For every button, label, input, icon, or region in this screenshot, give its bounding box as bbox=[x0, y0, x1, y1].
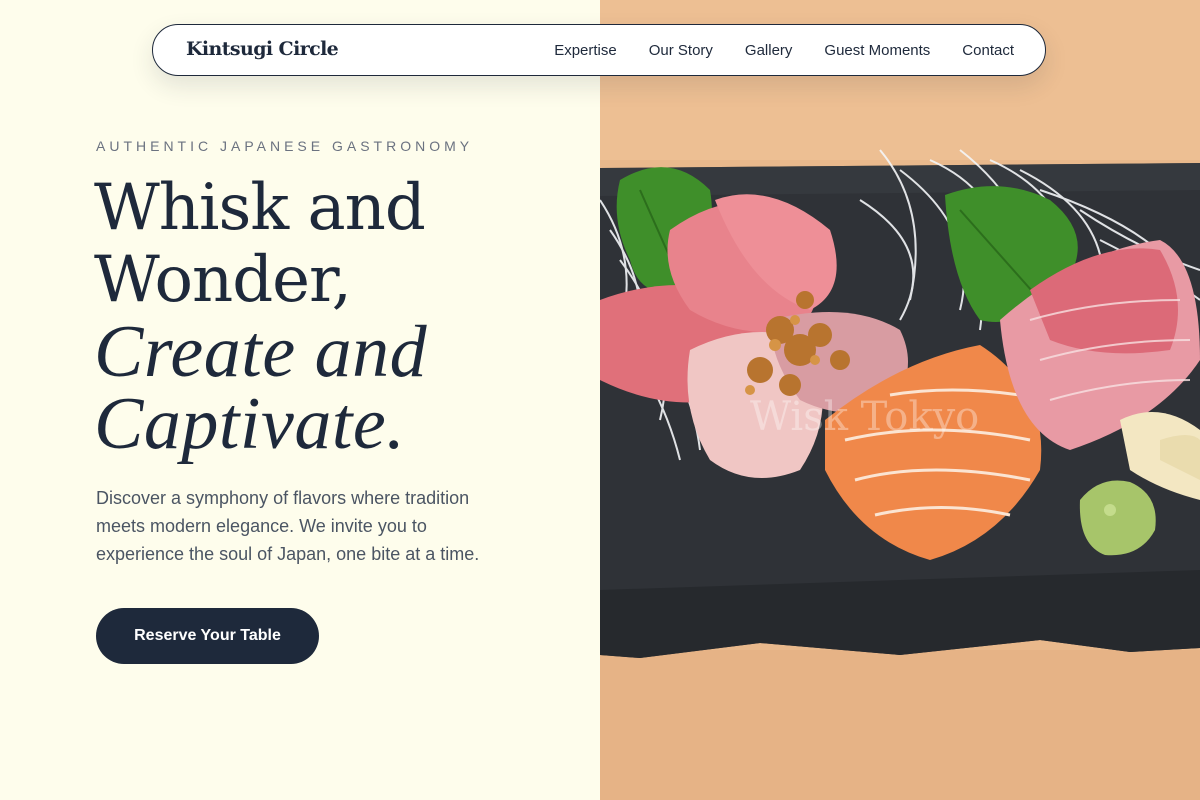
headline-line-2: Wonder, bbox=[94, 243, 352, 317]
sashimi-platter-illustration: Wisk Tokyo bbox=[600, 0, 1200, 800]
reserve-table-button[interactable]: Reserve Your Table bbox=[96, 608, 319, 664]
nav-link-gallery[interactable]: Gallery bbox=[745, 42, 793, 59]
headline-line-1: Whisk and bbox=[94, 171, 426, 245]
hero-eyebrow: AUTHENTIC JAPANESE GASTRONOMY bbox=[96, 138, 474, 154]
nav-links: Expertise Our Story Gallery Guest Moment… bbox=[554, 25, 1014, 75]
brand-logo[interactable]: Kintsugi Circle bbox=[186, 38, 339, 60]
nav-link-our-story[interactable]: Our Story bbox=[649, 42, 713, 59]
hero-headline: Whisk and Wonder, Create and Captivate. bbox=[94, 171, 428, 465]
main-navbar: Kintsugi Circle Expertise Our Story Gall… bbox=[152, 24, 1046, 76]
image-watermark: Wisk Tokyo bbox=[750, 394, 979, 440]
headline-line-4: Captivate. bbox=[94, 383, 406, 465]
headline-line-3: Create and bbox=[94, 311, 428, 393]
nav-link-contact[interactable]: Contact bbox=[962, 42, 1014, 59]
nav-link-expertise[interactable]: Expertise bbox=[554, 42, 617, 59]
nav-link-guest-moments[interactable]: Guest Moments bbox=[824, 42, 930, 59]
hero-image: Wisk Tokyo bbox=[600, 0, 1200, 800]
hero-description: Discover a symphony of flavors where tra… bbox=[96, 488, 480, 564]
